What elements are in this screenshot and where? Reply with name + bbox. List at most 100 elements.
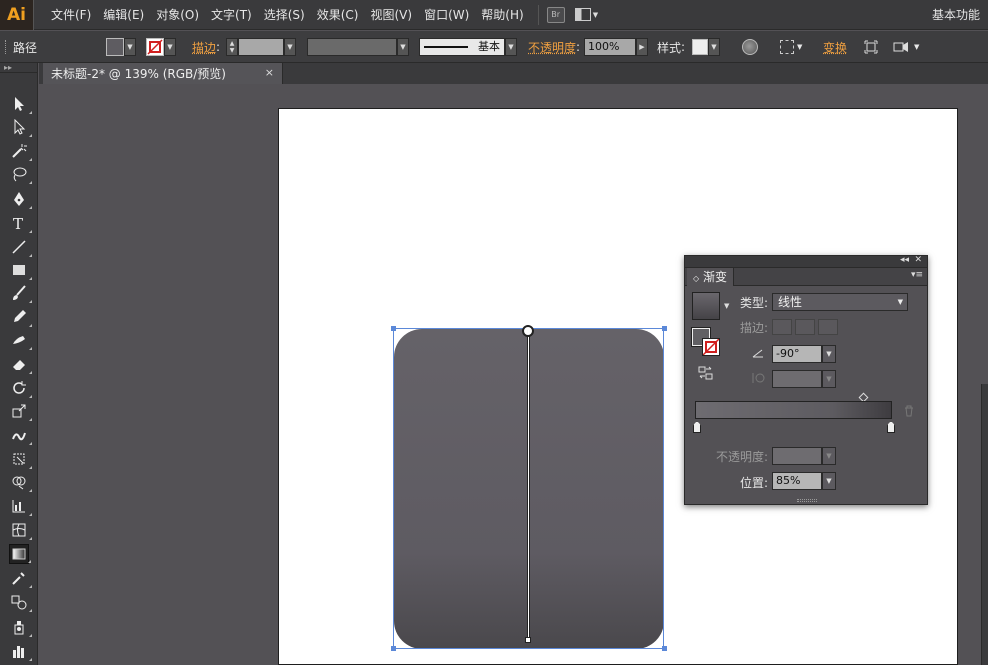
shape-builder-icon[interactable] bbox=[9, 472, 32, 492]
gradient-slider[interactable] bbox=[695, 401, 892, 419]
stroke-across-button[interactable] bbox=[818, 319, 838, 335]
panel-options-icon[interactable] bbox=[893, 40, 909, 54]
menu-window[interactable]: 窗口(W) bbox=[418, 0, 475, 30]
menu-type[interactable]: 文字(T) bbox=[205, 0, 258, 30]
variable-width-control[interactable]: ▼ bbox=[307, 31, 409, 63]
gradient-preview-swatch[interactable] bbox=[692, 292, 720, 320]
mesh-icon[interactable] bbox=[9, 520, 32, 540]
gradient-end-handle[interactable] bbox=[525, 637, 531, 643]
aspect-ratio-field[interactable] bbox=[772, 370, 822, 388]
stop-opacity-field[interactable] bbox=[772, 447, 822, 465]
bridge-icon[interactable]: Br bbox=[546, 6, 565, 23]
arrange-documents-icon[interactable]: ▼ bbox=[574, 7, 603, 23]
type-icon[interactable]: T bbox=[9, 213, 32, 233]
aspect-ratio-dropdown-icon[interactable]: ▼ bbox=[822, 370, 836, 388]
panel-tab-toggle-icon[interactable]: ◇ bbox=[693, 274, 699, 283]
brush-definition-field[interactable]: 基本 bbox=[419, 38, 505, 56]
brush-definition-control[interactable]: 基本 ▼ bbox=[419, 31, 517, 63]
gradient-tool-icon[interactable] bbox=[9, 544, 31, 564]
document-tab[interactable]: 未标题-2* @ 139% (RGB/预览) × bbox=[43, 63, 283, 84]
gradient-panel-tab[interactable]: ◇ 渐变 bbox=[687, 268, 734, 286]
stroke-weight-label[interactable]: 描边 bbox=[192, 39, 216, 56]
gradient-type-dropdown-icon[interactable]: ▼ bbox=[898, 294, 903, 310]
panel-header[interactable]: ◂◂ ✕ bbox=[685, 255, 927, 268]
graph-icon[interactable] bbox=[9, 496, 32, 516]
magic-wand-icon[interactable] bbox=[9, 141, 32, 161]
gradient-stop-start[interactable] bbox=[693, 421, 701, 433]
rotate-icon[interactable] bbox=[9, 378, 32, 398]
bbox-handle-bottom-right[interactable] bbox=[662, 646, 667, 651]
style-control[interactable]: ▼ bbox=[692, 31, 720, 63]
transform-link[interactable]: 变换 bbox=[823, 39, 847, 56]
angle-dropdown-icon[interactable]: ▼ bbox=[822, 345, 836, 363]
fill-control[interactable]: ▼ bbox=[106, 31, 136, 63]
style-dropdown-icon[interactable]: ▼ bbox=[708, 38, 720, 56]
align-icon[interactable] bbox=[780, 40, 794, 54]
menu-view[interactable]: 视图(V) bbox=[364, 0, 418, 30]
recolor-artwork-icon[interactable] bbox=[742, 39, 758, 55]
variable-width-dropdown-icon[interactable]: ▼ bbox=[397, 38, 409, 56]
stroke-weight-field[interactable] bbox=[238, 38, 284, 56]
stroke-dropdown-icon[interactable]: ▼ bbox=[164, 38, 176, 56]
lasso-icon[interactable] bbox=[9, 164, 32, 184]
gradient-origin-handle[interactable] bbox=[522, 325, 534, 337]
warp-icon[interactable] bbox=[9, 425, 32, 445]
free-transform-icon[interactable] bbox=[9, 449, 32, 469]
vertical-scrollbar[interactable] bbox=[981, 384, 988, 665]
gradient-preview-dropdown-icon[interactable]: ▼ bbox=[724, 302, 729, 310]
fill-swatch[interactable] bbox=[106, 38, 124, 56]
rectangle-icon[interactable] bbox=[9, 260, 32, 280]
bbox-handle-top-right[interactable] bbox=[662, 326, 667, 331]
opacity-dropdown-icon[interactable]: ▶ bbox=[636, 38, 648, 56]
bbox-handle-bottom-left[interactable] bbox=[391, 646, 396, 651]
gradient-stop-end[interactable] bbox=[887, 421, 895, 433]
menu-select[interactable]: 选择(S) bbox=[258, 0, 311, 30]
blend-icon[interactable] bbox=[9, 592, 32, 612]
column-graph-icon[interactable] bbox=[9, 641, 32, 661]
eyedropper-icon[interactable] bbox=[9, 568, 32, 588]
eraser-icon[interactable] bbox=[9, 354, 32, 374]
stroke-weight-stepper[interactable]: ▲ ▼ bbox=[226, 38, 238, 56]
isolate-icon[interactable] bbox=[864, 40, 878, 54]
menu-file[interactable]: 文件(F) bbox=[45, 0, 97, 30]
brush-definition-dropdown-icon[interactable]: ▼ bbox=[505, 38, 517, 56]
location-field[interactable]: 85% bbox=[772, 472, 822, 490]
gradient-annotator-bar[interactable] bbox=[527, 333, 530, 641]
close-panel-icon[interactable]: ✕ bbox=[914, 255, 922, 265]
stop-opacity-dropdown-icon[interactable]: ▼ bbox=[822, 447, 836, 465]
line-icon[interactable] bbox=[9, 237, 32, 257]
reverse-gradient-icon[interactable] bbox=[698, 366, 714, 383]
symbol-sprayer-icon[interactable] bbox=[9, 617, 32, 637]
blob-brush-icon[interactable] bbox=[9, 330, 32, 350]
opacity-control[interactable]: 100% ▶ bbox=[584, 31, 648, 63]
style-swatch[interactable] bbox=[692, 39, 708, 55]
angle-field[interactable]: -90° bbox=[772, 345, 822, 363]
stroke-control[interactable]: ▼ bbox=[146, 31, 176, 63]
pencil-icon[interactable] bbox=[9, 307, 32, 327]
stroke-weight-control[interactable]: ▲ ▼ ▼ bbox=[226, 31, 296, 63]
direct-selection-tool-icon[interactable] bbox=[9, 117, 32, 137]
stroke-along-button[interactable] bbox=[795, 319, 815, 335]
menu-effect[interactable]: 效果(C) bbox=[311, 0, 365, 30]
tools-panel-grip[interactable]: ▸▸ bbox=[0, 63, 37, 73]
location-dropdown-icon[interactable]: ▼ bbox=[822, 472, 836, 490]
paintbrush-icon[interactable] bbox=[9, 283, 32, 303]
menu-edit[interactable]: 编辑(E) bbox=[97, 0, 150, 30]
stroke-within-button[interactable] bbox=[772, 319, 792, 335]
selection-tool-icon[interactable] bbox=[9, 94, 32, 114]
panel-menu-icon[interactable]: ▾≡ bbox=[911, 270, 923, 280]
opacity-label[interactable]: 不透明度 bbox=[528, 39, 576, 56]
opacity-field[interactable]: 100% bbox=[584, 38, 636, 56]
panel-resize-grip[interactable] bbox=[797, 499, 817, 502]
stroke-box[interactable] bbox=[702, 338, 720, 356]
menu-object[interactable]: 对象(O) bbox=[150, 0, 205, 30]
scale-icon[interactable] bbox=[9, 401, 32, 421]
gradient-type-select[interactable]: 线性 ▼ bbox=[772, 293, 908, 311]
collapse-panel-icon[interactable]: ◂◂ bbox=[900, 255, 909, 265]
bbox-handle-top-left[interactable] bbox=[391, 326, 396, 331]
close-tab-icon[interactable]: × bbox=[265, 66, 274, 79]
stroke-none-swatch[interactable] bbox=[146, 38, 164, 56]
fill-dropdown-icon[interactable]: ▼ bbox=[124, 38, 136, 56]
delete-stop-icon[interactable] bbox=[903, 405, 915, 420]
workspace-switcher[interactable]: 基本功能 bbox=[932, 0, 980, 30]
